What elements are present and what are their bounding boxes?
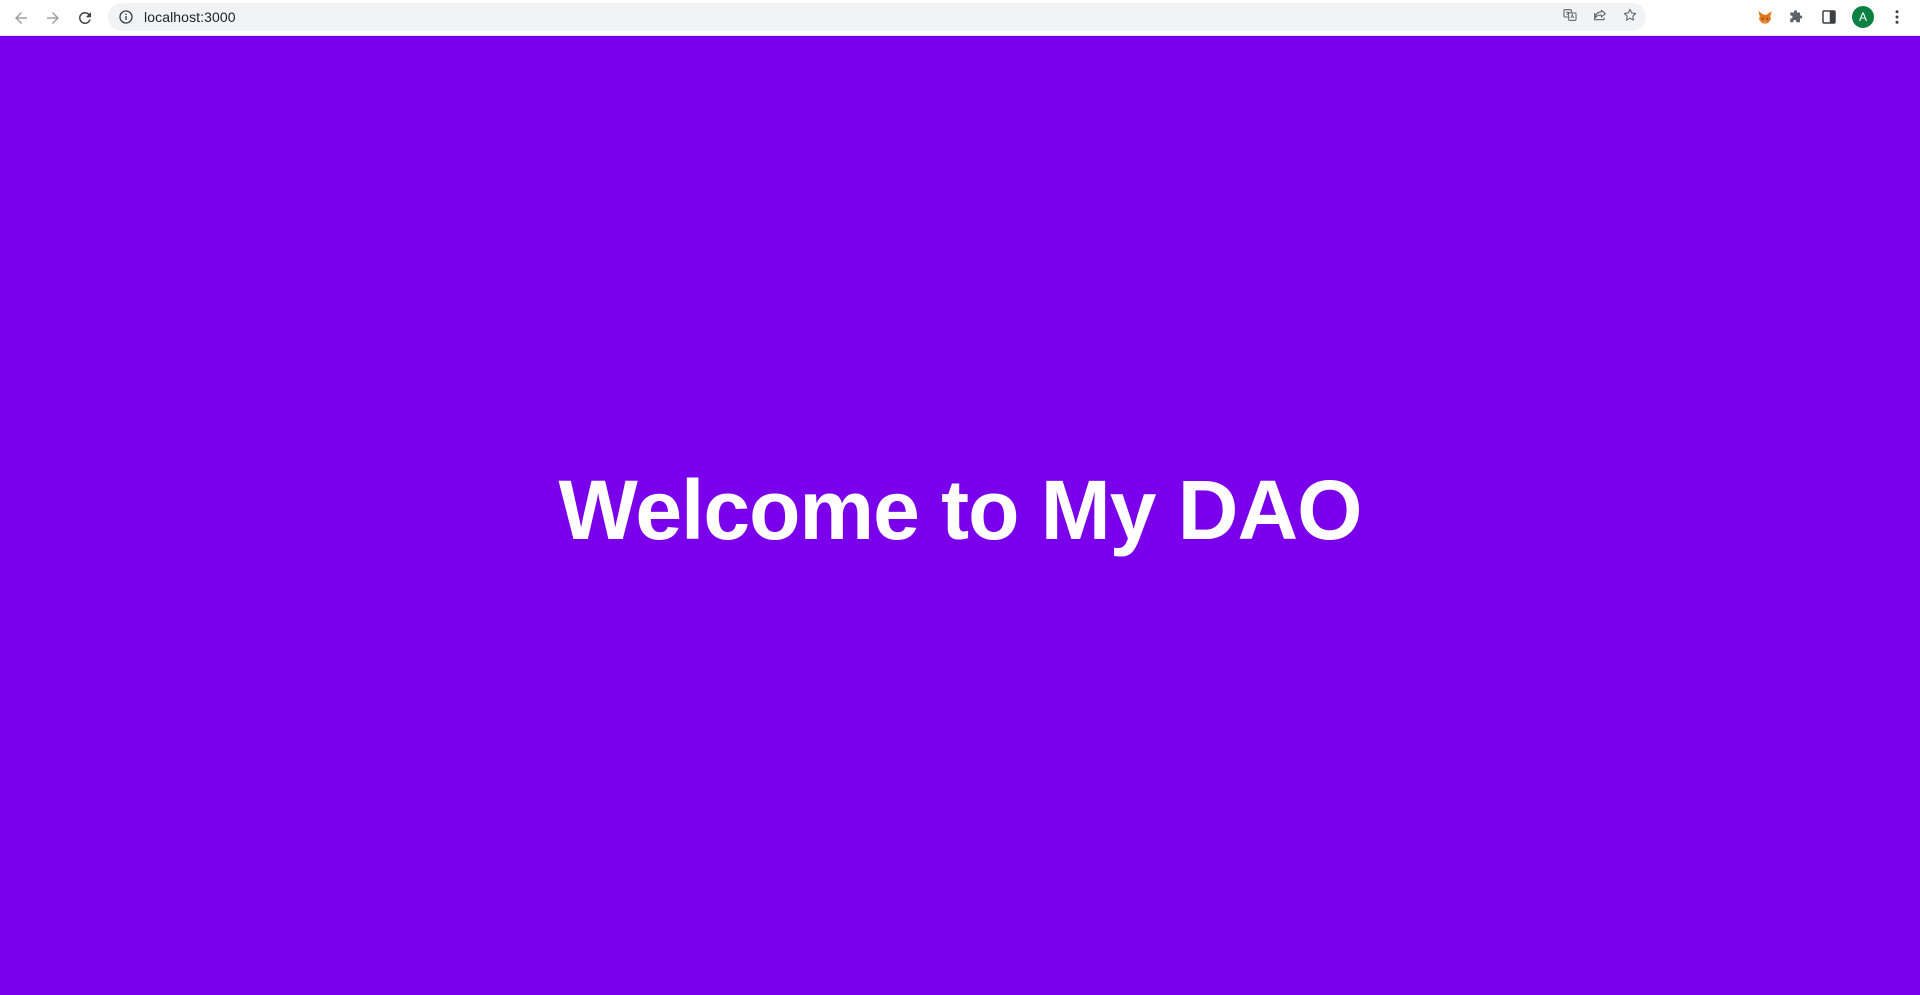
side-panel-icon[interactable]: [1820, 8, 1838, 26]
kebab-menu-icon[interactable]: [1888, 8, 1906, 26]
address-bar[interactable]: localhost:3000: [108, 3, 1646, 31]
info-circle-icon[interactable]: [118, 9, 134, 25]
url-text[interactable]: localhost:3000: [144, 9, 236, 25]
reload-icon: [78, 11, 91, 24]
page-title: Welcome to My DAO: [558, 463, 1363, 557]
arrow-right-icon: [47, 11, 59, 24]
browser-toolbar: localhost:3000 A: [0, 0, 1920, 36]
omnibox-actions: [1562, 3, 1638, 31]
star-icon[interactable]: [1622, 7, 1638, 28]
arrow-left-icon: [15, 11, 27, 24]
profile-avatar[interactable]: A: [1852, 6, 1874, 28]
forward-button[interactable]: [37, 2, 69, 34]
toolbar-extensions: A: [1756, 0, 1906, 34]
back-button[interactable]: [5, 2, 37, 34]
fox-icon[interactable]: [1756, 8, 1774, 26]
page-content: Welcome to My DAO: [0, 36, 1920, 995]
navigation-buttons: [5, 2, 101, 34]
reload-button[interactable]: [69, 2, 101, 34]
puzzle-icon[interactable]: [1788, 8, 1806, 26]
share-icon[interactable]: [1592, 7, 1608, 28]
translate-icon[interactable]: [1562, 7, 1578, 28]
